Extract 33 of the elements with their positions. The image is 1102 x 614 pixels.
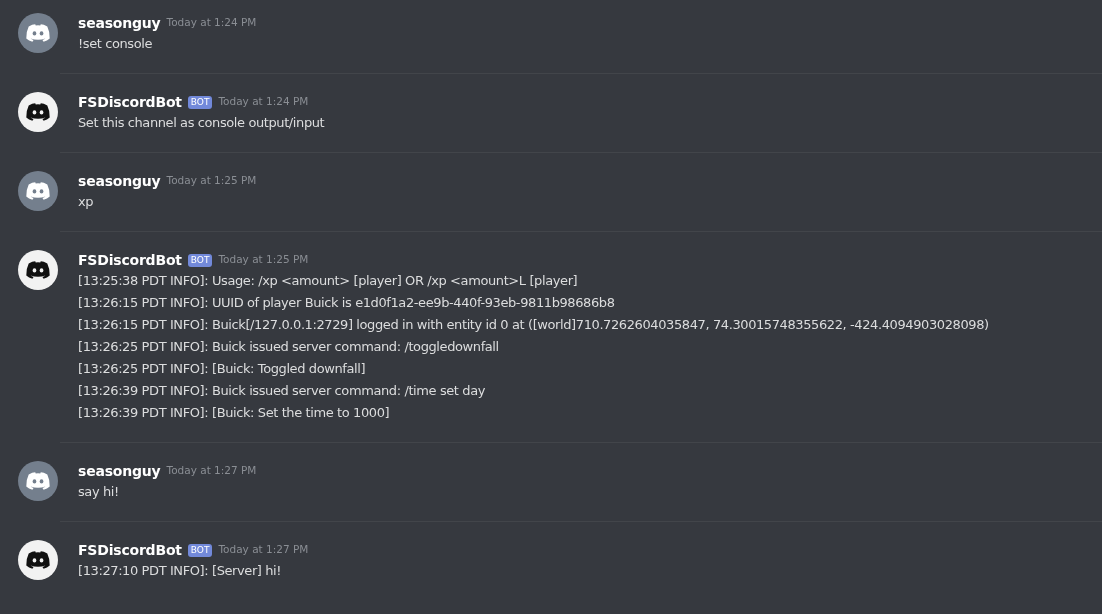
message-text: [13:26:15 PDT INFO]: Buick[/127.0.0.1:2729] logged in with entity id 0 at ([world]710.7262604035847, 74.30015748355622, -424.4094903028098) [78, 316, 989, 334]
message-text: say hi! [78, 483, 120, 501]
avatar-icon[interactable] [18, 250, 58, 290]
username[interactable]: seasonguy [78, 170, 161, 192]
bot-tag: BOT [187, 95, 213, 109]
avatar-icon[interactable] [18, 13, 58, 53]
timestamp: Today at 1:27 PM [218, 542, 309, 558]
message-text: [13:26:39 PDT INFO]: Buick issued server command: /time set day [78, 382, 486, 400]
username[interactable]: FSDiscordBot [78, 539, 182, 561]
message-text: !set console [78, 35, 154, 53]
bot-tag: BOT [187, 253, 213, 267]
message-text: [13:26:25 PDT INFO]: [Buick: Toggled downfall] [78, 360, 367, 378]
username[interactable]: FSDiscordBot [78, 91, 182, 113]
message-text: xp [78, 193, 95, 211]
message-text: [13:26:25 PDT INFO]: Buick issued server command: /toggledownfall [78, 338, 500, 356]
avatar-icon[interactable] [18, 461, 58, 501]
username[interactable]: seasonguy [78, 12, 161, 34]
avatar-icon[interactable] [18, 540, 58, 580]
avatar-icon[interactable] [18, 171, 58, 211]
avatar-icon[interactable] [18, 92, 58, 132]
timestamp: Today at 1:24 PM [218, 94, 309, 110]
message-text: [13:25:38 PDT INFO]: Usage: /xp <amount> [player] OR /xp <amount>L [player] [78, 272, 579, 290]
message-text: [13:26:39 PDT INFO]: [Buick: Set the time to 1000] [78, 404, 391, 422]
timestamp: Today at 1:25 PM [166, 173, 257, 189]
username[interactable]: FSDiscordBot [78, 249, 182, 271]
bot-tag: BOT [187, 543, 213, 557]
message-text: [13:27:10 PDT INFO]: [Server] hi! [78, 562, 283, 580]
username[interactable]: seasonguy [78, 460, 161, 482]
timestamp: Today at 1:24 PM [166, 15, 257, 31]
timestamp: Today at 1:25 PM [218, 252, 309, 268]
timestamp: Today at 1:27 PM [166, 463, 257, 479]
message-text: Set this channel as console output/input [78, 114, 325, 132]
message-text: [13:26:15 PDT INFO]: UUID of player Buick is e1d0f1a2-ee9b-440f-93eb-9811b98686b8 [78, 294, 616, 312]
